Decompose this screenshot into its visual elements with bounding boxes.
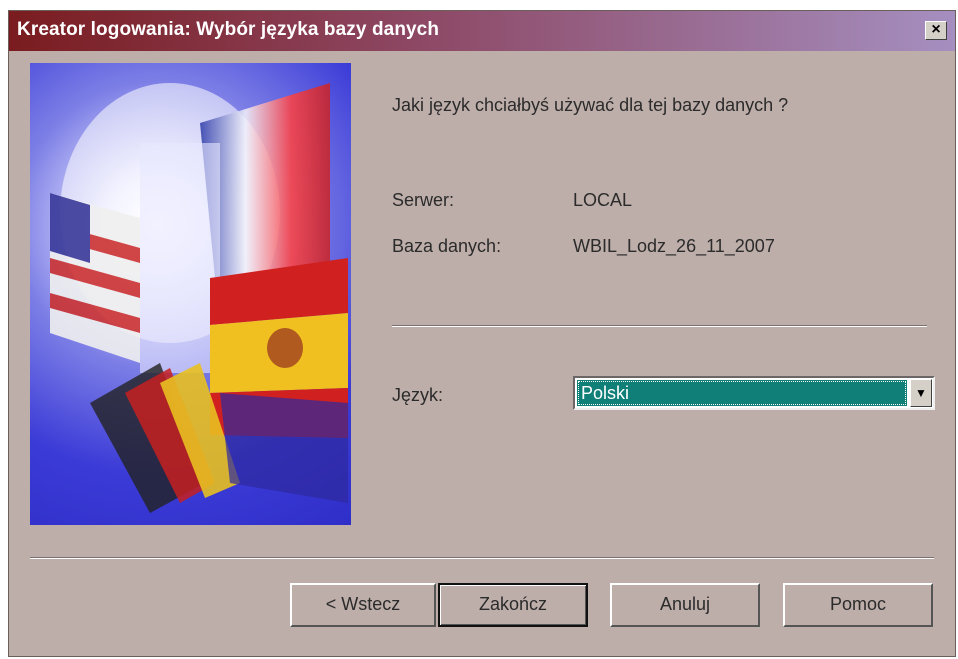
- finish-button[interactable]: Zakończ: [438, 583, 588, 627]
- flags-illustration: [30, 63, 351, 525]
- database-label: Baza danych:: [392, 236, 502, 256]
- cancel-button[interactable]: Anuluj: [610, 583, 760, 627]
- buttons-separator: [30, 557, 934, 559]
- language-selected-value[interactable]: Polski: [577, 380, 907, 406]
- window-title: Kreator logowania: Wybór języka bazy dan…: [17, 19, 440, 40]
- close-button[interactable]: ×: [925, 21, 947, 40]
- language-select[interactable]: Polski ▼: [573, 376, 935, 410]
- back-button[interactable]: < Wstecz: [290, 583, 436, 627]
- language-label: Język:: [392, 385, 444, 405]
- help-button[interactable]: Pomoc: [783, 583, 933, 627]
- database-value: WBIL_Lodz_26_11_2007: [573, 236, 775, 256]
- dropdown-arrow-icon[interactable]: ▼: [910, 379, 932, 407]
- question-text: Jaki język chciałbyś używać dla tej bazy…: [392, 95, 789, 115]
- server-value: LOCAL: [573, 190, 633, 210]
- content-separator: [392, 325, 927, 327]
- flags-illustration-graphic: [50, 83, 348, 513]
- server-label: Serwer:: [392, 190, 455, 210]
- close-icon: ×: [931, 21, 941, 38]
- title-bar[interactable]: Kreator logowania: Wybór języka bazy dan…: [9, 11, 955, 51]
